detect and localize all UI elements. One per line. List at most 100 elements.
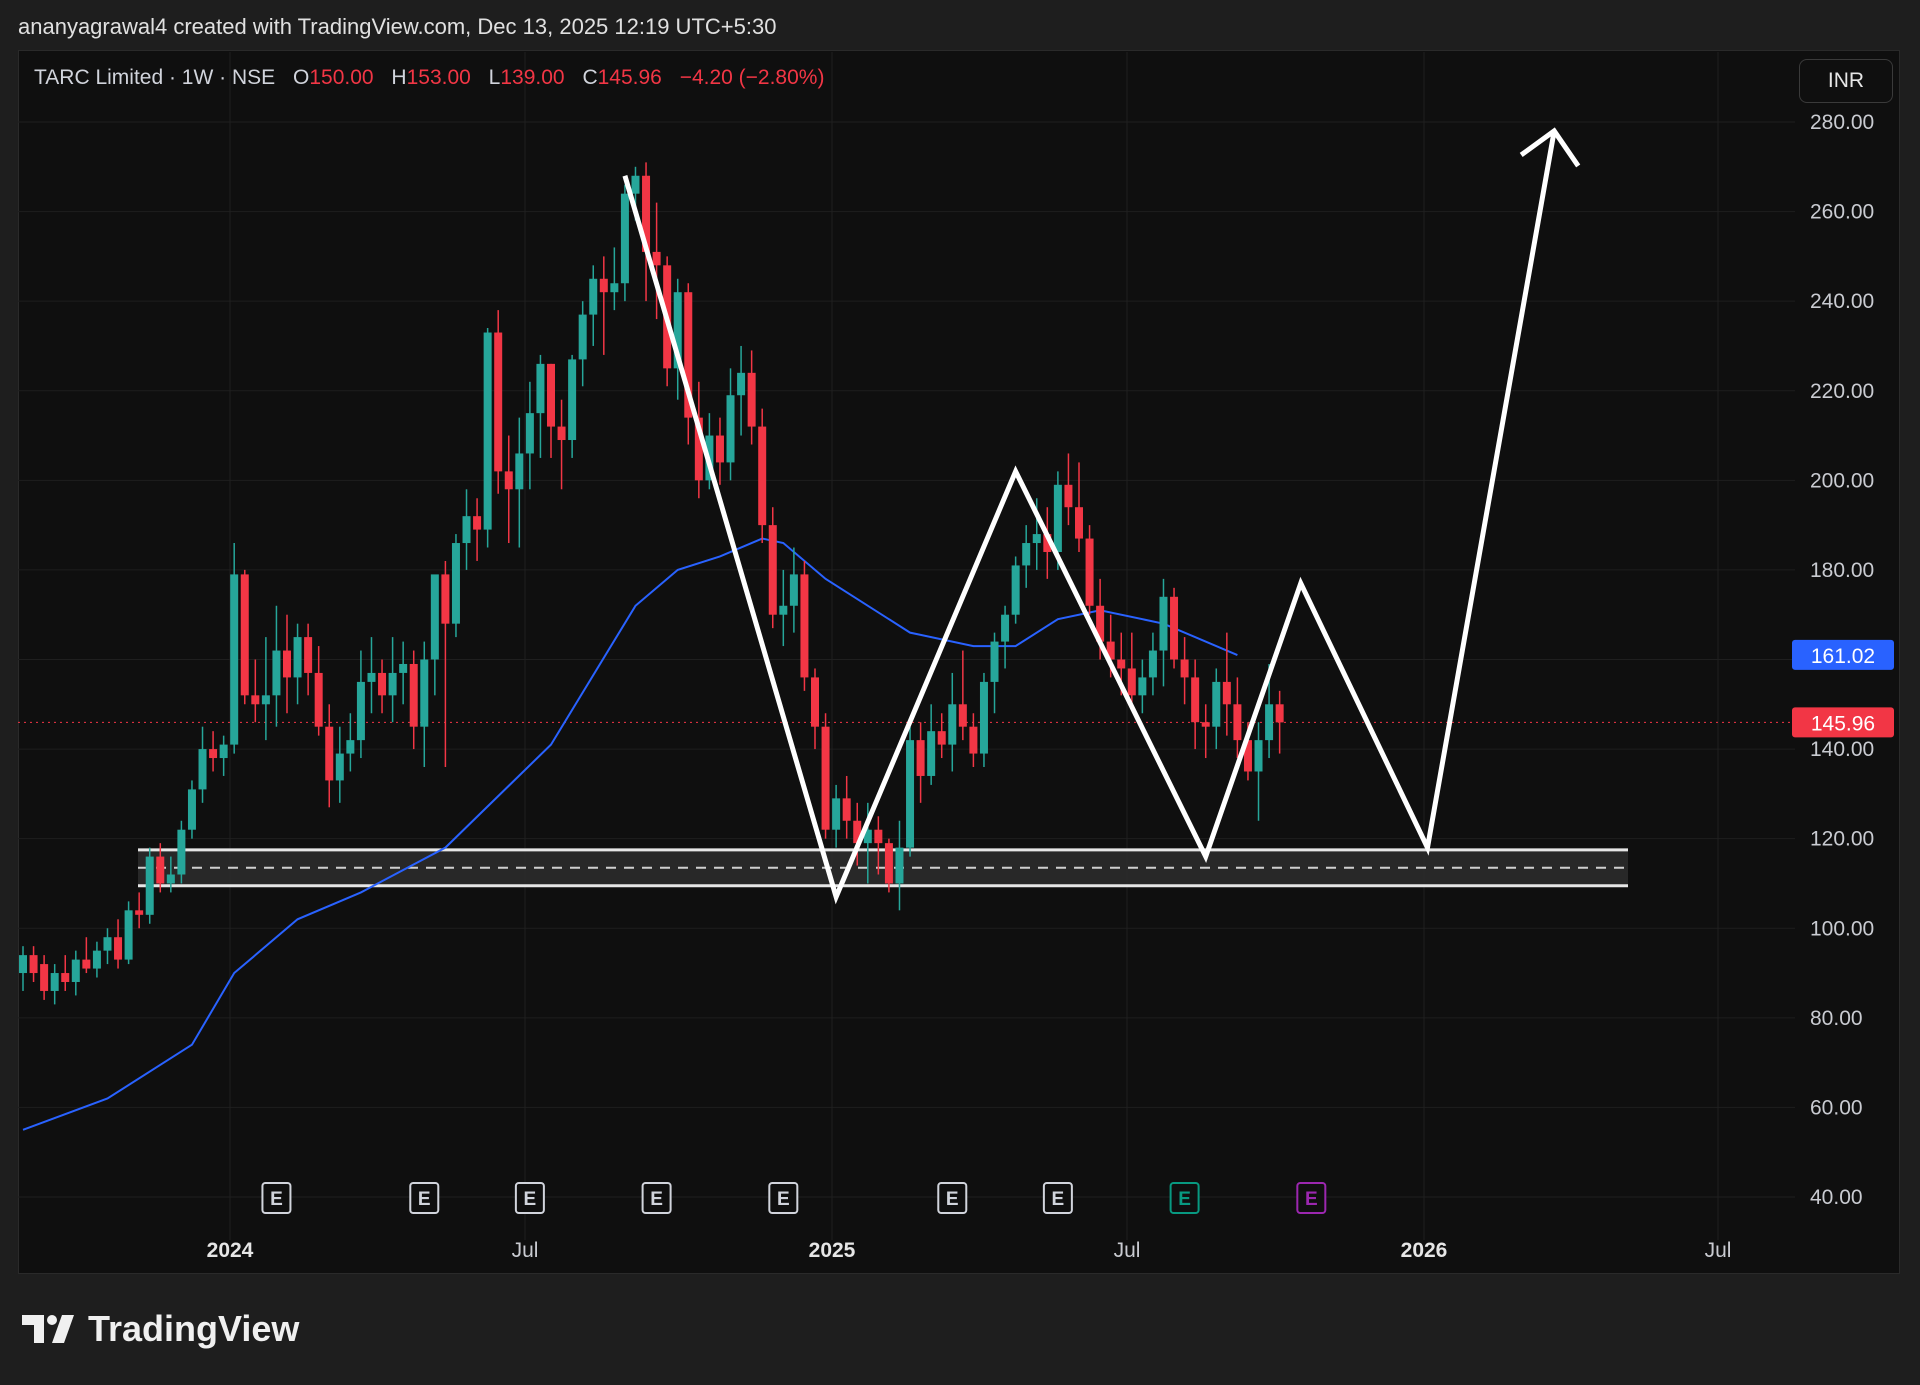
candle-body <box>1180 659 1189 678</box>
candle <box>568 354 577 458</box>
last-price-badge-label: 145.96 <box>1811 712 1875 735</box>
candle-body <box>948 704 957 745</box>
candle-body <box>420 659 429 727</box>
candle-body <box>504 471 513 490</box>
candle <box>1064 453 1073 526</box>
candle <box>71 950 80 996</box>
y-tick-label: 220.00 <box>1810 380 1874 403</box>
candle-body <box>990 641 999 682</box>
earnings-icon[interactable]: E <box>1296 1182 1327 1214</box>
candle <box>1022 525 1031 588</box>
candle-body <box>547 363 555 427</box>
candle <box>1159 578 1168 687</box>
currency-button[interactable]: INR <box>1799 59 1893 103</box>
candle-body <box>610 283 619 293</box>
earnings-icon[interactable]: E <box>937 1182 968 1214</box>
earnings-icon[interactable]: E <box>1042 1182 1073 1214</box>
earnings-icon[interactable]: E <box>261 1182 292 1214</box>
candle <box>990 632 999 714</box>
candle-body <box>1117 659 1126 669</box>
earnings-icon-glyph: E <box>418 1189 431 1210</box>
candle-body <box>557 426 566 441</box>
candle-body <box>969 726 978 754</box>
candle <box>684 283 693 445</box>
candle-body <box>568 359 577 441</box>
candle-body <box>483 332 492 530</box>
earnings-icon-glyph: E <box>1052 1189 1065 1210</box>
candle <box>969 713 978 767</box>
candle-body <box>821 726 830 830</box>
y-tick-label: 240.00 <box>1810 290 1874 313</box>
tradingview-logo[interactable]: TradingView <box>22 1308 299 1350</box>
candle <box>620 184 629 302</box>
candle-body <box>61 973 70 982</box>
candle <box>50 964 59 1005</box>
candle <box>367 637 376 714</box>
candle <box>420 641 429 767</box>
candle <box>737 345 746 436</box>
y-tick-label: 180.00 <box>1810 559 1874 582</box>
candle <box>293 623 302 705</box>
earnings-icon[interactable]: E <box>514 1182 545 1214</box>
candle-body <box>1265 704 1274 741</box>
y-tick-label: 80.00 <box>1810 1007 1863 1030</box>
candle <box>1233 677 1242 759</box>
candle-body <box>219 744 228 759</box>
candle <box>430 574 439 696</box>
earnings-icon-glyph: E <box>650 1189 663 1210</box>
candle-body <box>1148 650 1157 678</box>
candle-body <box>209 749 218 759</box>
candle <box>557 399 566 490</box>
candle-body <box>1053 484 1062 552</box>
candle <box>1222 632 1231 736</box>
candle <box>958 650 967 741</box>
candle <box>906 726 915 857</box>
candle-body <box>145 856 154 915</box>
candle-body <box>1075 507 1083 539</box>
candle-body <box>29 955 38 974</box>
high-value: 153.00 <box>406 66 471 89</box>
candle-body <box>1201 722 1210 727</box>
y-tick-label: 60.00 <box>1810 1096 1863 1119</box>
candle <box>547 363 555 458</box>
candle-body <box>1011 565 1020 615</box>
candle <box>187 780 196 839</box>
candle-body <box>779 605 788 615</box>
candle <box>789 547 798 633</box>
candle-body <box>589 278 598 315</box>
candle <box>811 668 819 750</box>
candle-body <box>842 798 851 821</box>
earnings-icon[interactable]: E <box>641 1182 672 1214</box>
candle <box>283 614 291 714</box>
candle <box>927 704 936 785</box>
candle <box>441 560 450 767</box>
candle <box>92 941 101 978</box>
candle-body <box>536 363 545 414</box>
high-label: H <box>391 66 407 89</box>
candle-body <box>1032 534 1041 544</box>
x-tick-label: 2026 <box>1401 1239 1448 1262</box>
earnings-icon[interactable]: E <box>409 1182 440 1214</box>
candle-body <box>1275 704 1284 723</box>
candle-body <box>356 681 365 741</box>
candle <box>979 672 988 767</box>
candle <box>494 310 503 494</box>
candle <box>578 301 587 387</box>
candle <box>768 507 777 629</box>
candle-body <box>832 798 841 830</box>
candle-body <box>441 574 450 624</box>
price-chart[interactable]: 280.00260.00240.00220.00200.00180.00160.… <box>0 0 1920 1385</box>
candle <box>177 820 186 884</box>
candle-body <box>715 435 724 463</box>
candle-body <box>272 650 281 696</box>
last-price-badge: 145.96 <box>1792 707 1894 738</box>
earnings-icon[interactable]: E <box>1169 1182 1200 1214</box>
candle-body <box>388 672 397 696</box>
earnings-icon[interactable]: E <box>768 1182 799 1214</box>
support-zone <box>138 848 1628 888</box>
candle-body <box>1127 668 1136 696</box>
candle <box>1180 637 1189 705</box>
candle-body <box>515 453 524 490</box>
candle-body <box>1022 543 1031 566</box>
x-tick-label: Jul <box>512 1239 539 1262</box>
